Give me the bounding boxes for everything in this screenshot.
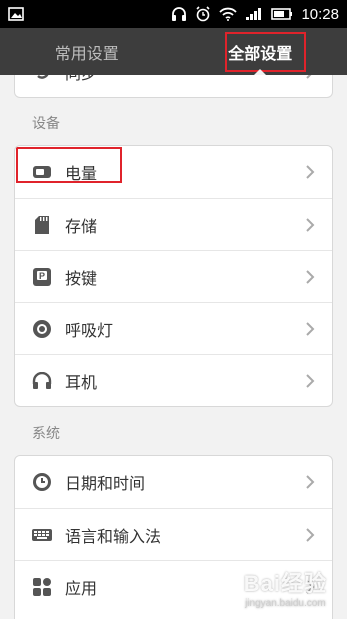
- chevron-right-icon: [300, 217, 320, 232]
- chevron-right-icon: [300, 321, 320, 336]
- list-item-buttons[interactable]: P 按键: [15, 250, 332, 302]
- annotation-highlight: [224, 32, 306, 72]
- section-title-device: 设备: [32, 116, 60, 132]
- annotation-highlight: [16, 147, 122, 183]
- sync-icon: [31, 75, 53, 83]
- chevron-right-icon: [300, 373, 320, 388]
- list-item-label: 按键: [65, 268, 98, 288]
- alarm-icon: [195, 6, 211, 22]
- settings-list: 同步 设备 电量: [0, 75, 347, 619]
- signal-icon: [245, 7, 263, 21]
- list-item-sync[interactable]: 同步: [15, 75, 332, 97]
- account-card: 同步: [14, 75, 333, 98]
- wifi-icon: [219, 7, 238, 21]
- headphones-icon: [31, 370, 53, 392]
- list-item-label: 呼吸灯: [65, 320, 114, 340]
- list-item-notification-light[interactable]: 呼吸灯: [15, 302, 332, 354]
- keyboard-icon: [31, 524, 53, 546]
- status-bar: 10:28: [0, 0, 347, 28]
- tab-label: 常用设置: [54, 43, 119, 63]
- chevron-right-icon: [300, 75, 320, 79]
- chevron-right-icon: [300, 269, 320, 284]
- device-card: 电量 存储 P 按键 呼吸灯 耳机: [14, 145, 333, 407]
- settings-tabs: 常用设置 全部设置: [0, 28, 347, 75]
- list-item-label: 语言和输入法: [65, 526, 162, 546]
- list-item-date-time[interactable]: 日期和时间: [15, 456, 332, 508]
- battery-icon: [271, 8, 293, 20]
- sd-card-icon: [31, 214, 53, 236]
- watermark-main: Bai经验: [243, 571, 327, 596]
- chevron-right-icon: [300, 527, 320, 542]
- apps-icon: [31, 576, 53, 598]
- key-icon: P: [31, 266, 53, 288]
- list-item-label: 同步: [65, 75, 300, 84]
- list-item-battery[interactable]: 电量: [15, 146, 332, 198]
- chevron-right-icon: [300, 475, 320, 489]
- light-icon: [31, 318, 53, 340]
- list-item-storage[interactable]: 存储: [15, 198, 332, 250]
- list-item-label: 日期和时间: [65, 474, 146, 493]
- clock-icon: [31, 471, 53, 493]
- baidu-watermark: Bai经验 jingyan.baidu.com: [244, 566, 327, 609]
- watermark-sub: jingyan.baidu.com: [245, 598, 326, 609]
- status-time: 10:28: [301, 5, 339, 23]
- tab-common-settings[interactable]: 常用设置: [0, 28, 174, 75]
- list-item-language-input[interactable]: 语言和输入法: [15, 508, 332, 560]
- tab-all-settings[interactable]: 全部设置: [174, 28, 347, 75]
- list-item-label: 存储: [65, 216, 98, 236]
- list-item-label: 耳机: [65, 372, 98, 392]
- svg-text:P: P: [39, 271, 45, 281]
- image-icon: [8, 7, 24, 21]
- headphones-icon: [171, 6, 187, 22]
- list-item-headphones[interactable]: 耳机: [15, 354, 332, 406]
- section-title-system: 系统: [32, 426, 60, 442]
- chevron-right-icon: [300, 165, 320, 179]
